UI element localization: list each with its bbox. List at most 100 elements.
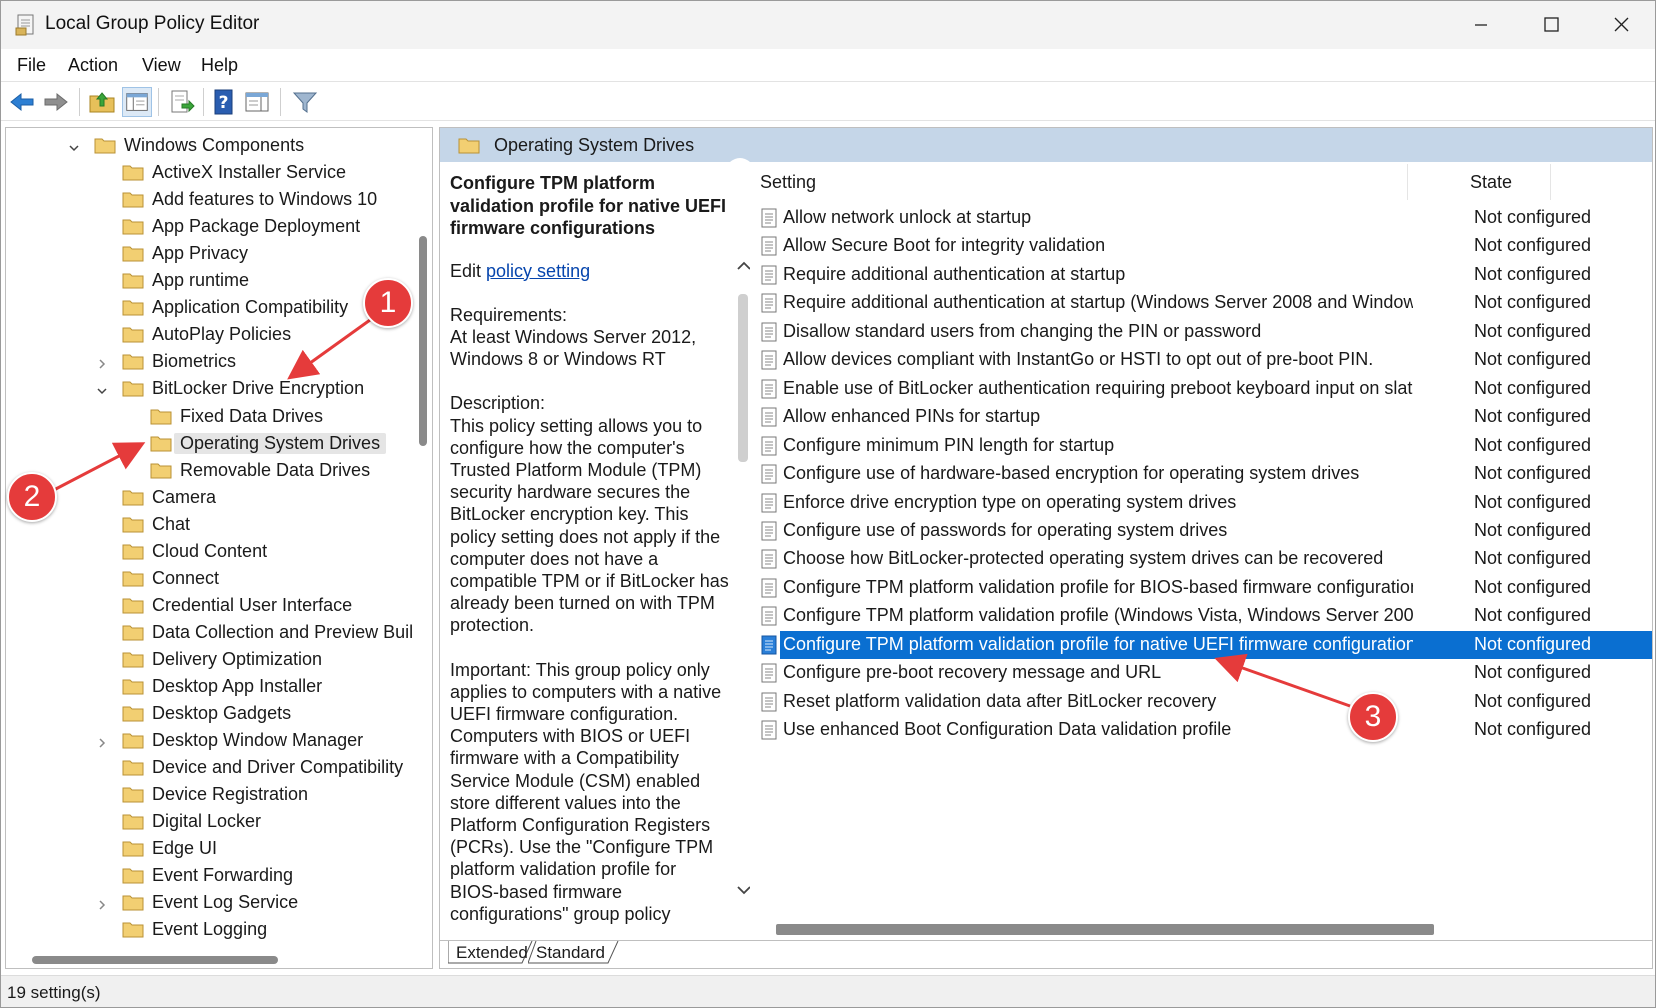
scroll-up-icon[interactable] — [736, 258, 750, 274]
tree-item-removable-data-drives[interactable]: Removable Data Drives — [6, 457, 411, 484]
folder-icon — [122, 190, 144, 208]
setting-row[interactable]: Allow Secure Boot for integrity validati… — [750, 232, 1652, 261]
tree-scroll-thumb[interactable] — [419, 236, 427, 446]
tree-item-delivery-optimization[interactable]: Delivery Optimization — [6, 646, 411, 673]
chevron-right-icon[interactable] — [96, 895, 108, 910]
setting-name: Disallow standard users from changing th… — [783, 320, 1262, 341]
tree-item-operating-system-drives[interactable]: Operating System Drives — [6, 430, 411, 457]
up-folder-icon[interactable] — [87, 87, 117, 117]
tree-item-biometrics[interactable]: Biometrics — [6, 348, 411, 375]
edit-policy-link[interactable]: policy setting — [486, 261, 590, 281]
chevron-right-icon[interactable] — [96, 733, 108, 748]
list-horizontal-scrollbar[interactable] — [750, 920, 1652, 938]
tree-item-credential-user-interface[interactable]: Credential User Interface — [6, 592, 411, 619]
tree-item-fixed-data-drives[interactable]: Fixed Data Drives — [6, 403, 411, 430]
tree-vertical-scrollbar[interactable] — [414, 128, 432, 948]
setting-row[interactable]: Configure minimum PIN length for startup… — [750, 432, 1652, 461]
scroll-down-icon[interactable] — [736, 882, 750, 898]
setting-row[interactable]: Disallow standard users from changing th… — [750, 318, 1652, 347]
pane-header: Operating System Drives — [440, 128, 1652, 162]
setting-row[interactable]: Require additional authentication at sta… — [750, 289, 1652, 318]
export-list-icon[interactable] — [167, 87, 197, 117]
tree-item-app-runtime[interactable]: App runtime — [6, 267, 411, 294]
menu-view[interactable]: View — [142, 55, 181, 76]
menu-file[interactable]: File — [17, 55, 46, 76]
forward-arrow-icon[interactable] — [41, 87, 71, 117]
description-content: Configure TPM platform validation profil… — [450, 172, 730, 940]
setting-row[interactable]: Configure TPM platform validation profil… — [750, 574, 1652, 603]
tree-item-event-logging[interactable]: Event Logging — [6, 916, 411, 943]
tab-standard-label: Standard — [536, 943, 605, 962]
description-scrollbar[interactable] — [734, 258, 750, 940]
chevron-down-icon[interactable] — [96, 381, 108, 395]
tree-item-desktop-window-manager[interactable]: Desktop Window Manager — [6, 727, 411, 754]
back-arrow-icon[interactable] — [7, 87, 37, 117]
setting-row[interactable]: Enforce drive encryption type on operati… — [750, 489, 1652, 518]
column-divider[interactable] — [1550, 164, 1551, 200]
chevron-down-icon[interactable] — [68, 138, 80, 152]
chevron-right-icon[interactable] — [96, 354, 108, 369]
setting-row[interactable]: Use enhanced Boot Configuration Data val… — [750, 716, 1652, 745]
setting-row[interactable]: Configure use of passwords for operating… — [750, 517, 1652, 546]
tree-item-autoplay-policies[interactable]: AutoPlay Policies — [6, 321, 411, 348]
setting-row[interactable]: Enable use of BitLocker authentication r… — [750, 375, 1652, 404]
folder-icon — [122, 623, 144, 641]
setting-row[interactable]: Reset platform validation data after Bit… — [750, 688, 1652, 717]
list-hscroll-thumb[interactable] — [776, 924, 1434, 935]
setting-state: Not configured — [1474, 463, 1592, 484]
tree-item-device-and-driver-compatibility[interactable]: Device and Driver Compatibility — [6, 754, 411, 781]
tree-item-application-compatibility[interactable]: Application Compatibility — [6, 294, 411, 321]
tree-item-desktop-app-installer[interactable]: Desktop App Installer — [6, 673, 411, 700]
show-hide-tree-icon[interactable] — [122, 87, 152, 117]
setting-row[interactable]: Choose how BitLocker-protected operating… — [750, 545, 1652, 574]
tree-item-windows-components[interactable]: Windows Components — [6, 132, 411, 159]
setting-row[interactable]: Configure TPM platform validation profil… — [750, 602, 1652, 631]
column-header-setting[interactable]: Setting — [760, 172, 816, 193]
tree-item-cloud-content[interactable]: Cloud Content — [6, 538, 411, 565]
setting-row[interactable]: Allow enhanced PINs for startup Not confi… — [750, 403, 1652, 432]
column-divider[interactable] — [1407, 164, 1408, 200]
tree-item-bitlocker-drive-encryption[interactable]: BitLocker Drive Encryption — [6, 375, 411, 402]
folder-icon — [122, 650, 144, 668]
tree-item-edge-ui[interactable]: Edge UI — [6, 835, 411, 862]
setting-row[interactable]: Allow network unlock at startup Not confi… — [750, 204, 1652, 233]
tree-item-app-privacy[interactable]: App Privacy — [6, 240, 411, 267]
minimize-button[interactable] — [1446, 1, 1516, 49]
tree-item-app-package-deployment[interactable]: App Package Deployment — [6, 213, 411, 240]
tree-item-event-forwarding[interactable]: Event Forwarding — [6, 862, 411, 889]
tree-item-data-collection-and-preview-buil[interactable]: Data Collection and Preview Buil — [6, 619, 413, 646]
menu-help[interactable]: Help — [201, 55, 238, 76]
setting-row[interactable]: Configure pre-boot recovery message and … — [750, 659, 1652, 688]
tree-item-label: Digital Locker — [152, 811, 262, 832]
tree-item-camera[interactable]: Camera — [6, 484, 411, 511]
description-scroll-thumb[interactable] — [738, 294, 748, 462]
tree-item-activex-installer-service[interactable]: ActiveX Installer Service — [6, 159, 411, 186]
setting-row[interactable]: Require additional authentication at sta… — [750, 261, 1652, 290]
tree-item-chat[interactable]: Chat — [6, 511, 411, 538]
setting-row[interactable]: Allow devices compliant with InstantGo o… — [750, 346, 1652, 375]
tree-item-digital-locker[interactable]: Digital Locker — [6, 808, 411, 835]
tree-item-device-registration[interactable]: Device Registration — [6, 781, 411, 808]
close-button[interactable] — [1586, 1, 1656, 49]
properties-icon[interactable] — [242, 87, 272, 117]
tree-horizontal-scrollbar[interactable] — [6, 950, 414, 968]
tree-item-label: Operating System Drives — [174, 432, 387, 454]
tree-item-desktop-gadgets[interactable]: Desktop Gadgets — [6, 700, 411, 727]
tree-item-add-features-to-windows-10[interactable]: Add features to Windows 10 — [6, 186, 411, 213]
filter-icon[interactable] — [290, 87, 320, 117]
tree-item-label: Desktop Window Manager — [152, 730, 364, 751]
menu-action[interactable]: Action — [68, 55, 118, 76]
policy-setting-icon — [760, 407, 778, 427]
tree-item-event-log-service[interactable]: Event Log Service — [6, 889, 411, 916]
maximize-button[interactable] — [1516, 1, 1586, 49]
setting-row[interactable]: Configure use of hardware-based encrypti… — [750, 460, 1652, 489]
tab-extended[interactable]: Extended — [448, 941, 534, 967]
setting-row[interactable]: Configure TPM platform validation profil… — [750, 630, 1652, 660]
tree-hscroll-thumb[interactable] — [32, 956, 278, 964]
help-icon[interactable]: ? — [209, 87, 239, 117]
tree-item-connect[interactable]: Connect — [6, 565, 411, 592]
tree-item-label: Cloud Content — [152, 540, 268, 561]
column-header-state[interactable]: State — [1470, 172, 1512, 193]
tab-standard[interactable]: Standard — [528, 941, 624, 967]
folder-icon — [122, 596, 144, 614]
